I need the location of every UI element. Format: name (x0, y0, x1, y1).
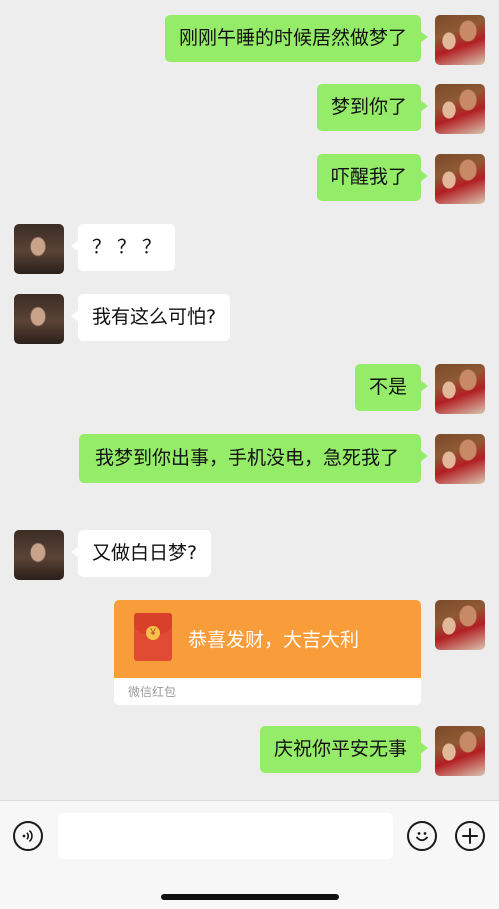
contact-avatar[interactable] (14, 294, 64, 344)
my-avatar[interactable] (435, 154, 485, 204)
my-avatar[interactable] (435, 15, 485, 65)
message-bubble-sent[interactable]: 我梦到你出事，手机没电，急死我了 (79, 434, 428, 483)
message-bubble-sent[interactable]: 不是 (354, 364, 429, 411)
voice-icon (22, 829, 33, 843)
message-bubble-received[interactable]: ？？？ (70, 224, 176, 271)
message-bubble-sent[interactable]: 梦到你了 (316, 84, 429, 131)
my-avatar[interactable] (435, 434, 485, 484)
chat-history: 刚刚午睡的时候居然做梦了 梦到你了 吓醒我了 ？？？ 我有这么可怕? 不是 我梦… (0, 0, 499, 800)
coin-icon: ￥ (146, 626, 160, 640)
my-avatar[interactable] (435, 600, 485, 650)
red-packet-label: 微信红包 (128, 685, 177, 699)
red-packet-header: ￥ 恭喜发财，大吉大利 (114, 600, 421, 678)
message-bubble-sent[interactable]: 吓醒我了 (316, 154, 429, 201)
emoji-icon (416, 832, 428, 842)
add-icon (462, 828, 478, 844)
voice-button[interactable] (13, 821, 43, 851)
contact-avatar[interactable] (14, 224, 64, 274)
message-bubble-received[interactable]: 我有这么可怕? (70, 294, 231, 341)
my-avatar[interactable] (435, 364, 485, 414)
message-bubble-sent[interactable]: 刚刚午睡的时候居然做梦了 (164, 15, 429, 62)
message-bubble-received[interactable]: 又做白日梦? (70, 530, 212, 577)
red-packet-greeting: 恭喜发财，大吉大利 (188, 629, 360, 651)
red-envelope-icon: ￥ (134, 613, 172, 661)
red-packet-message[interactable]: ￥ 恭喜发财，大吉大利 微信红包 (114, 600, 421, 705)
add-button[interactable] (455, 821, 485, 851)
contact-avatar[interactable] (14, 530, 64, 580)
my-avatar[interactable] (435, 726, 485, 776)
my-avatar[interactable] (435, 84, 485, 134)
input-bar (0, 800, 499, 909)
home-indicator[interactable] (161, 894, 339, 900)
message-input[interactable] (58, 813, 393, 859)
emoji-button[interactable] (407, 821, 437, 851)
message-bubble-sent[interactable]: 庆祝你平安无事 (259, 726, 429, 773)
